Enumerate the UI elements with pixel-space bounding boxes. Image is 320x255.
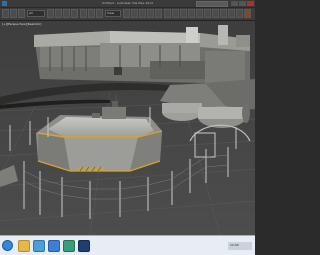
select-by-name-button[interactable] [55, 9, 62, 18]
help-search-input[interactable] [196, 1, 228, 7]
material-editor-button[interactable] [212, 9, 219, 18]
select-object-button[interactable] [47, 9, 54, 18]
snap-toggle-button[interactable] [131, 9, 138, 18]
close-button[interactable] [247, 1, 254, 6]
named-selection-button[interactable] [164, 9, 171, 18]
minimize-button[interactable] [231, 1, 238, 6]
start-button-icon[interactable] [2, 240, 13, 251]
selection-filter-dropdown[interactable]: All [27, 10, 45, 17]
window-crossing-button[interactable] [71, 9, 78, 18]
scale-button[interactable] [96, 9, 103, 18]
layer-manager-button[interactable] [188, 9, 195, 18]
curve-editor-button[interactable] [196, 9, 203, 18]
mirror-button[interactable] [172, 9, 179, 18]
align-button[interactable] [180, 9, 187, 18]
photoshop-icon[interactable] [78, 240, 90, 252]
window-title: Untitled - Autodesk 3ds Max 2014 [102, 1, 153, 5]
render-setup-button[interactable] [220, 9, 227, 18]
pivot-button[interactable] [123, 9, 130, 18]
viewport-label[interactable]: [+][Perspective][Realistic] [2, 22, 41, 26]
windows-taskbar: 12:00 [0, 235, 255, 255]
browser-icon[interactable] [48, 240, 60, 252]
link-button[interactable] [18, 9, 25, 18]
viewport-scene [0, 21, 255, 235]
perspective-viewport[interactable]: [+][Perspective][Realistic] [0, 21, 255, 235]
file-explorer-icon[interactable] [18, 240, 30, 252]
move-button[interactable] [80, 9, 87, 18]
3dsmax-taskbar-icon[interactable] [63, 240, 75, 252]
reference-coord-dropdown[interactable]: View [105, 10, 121, 17]
render-button[interactable] [236, 9, 243, 18]
maximize-button[interactable] [239, 1, 246, 6]
render-teapot-icon[interactable] [244, 9, 251, 18]
main-toolbar: All View [0, 8, 255, 21]
rendered-frame-button[interactable] [228, 9, 235, 18]
app-window: Untitled - Autodesk 3ds Max 2014 All Vie… [0, 0, 255, 255]
app-logo-icon[interactable] [2, 1, 7, 6]
rotate-button[interactable] [88, 9, 95, 18]
redo-button[interactable] [10, 9, 17, 18]
percent-snap-button[interactable] [147, 9, 154, 18]
angle-snap-button[interactable] [139, 9, 146, 18]
media-player-icon[interactable] [33, 240, 45, 252]
spinner-snap-button[interactable] [155, 9, 162, 18]
undo-button[interactable] [2, 9, 9, 18]
select-region-button[interactable] [63, 9, 70, 18]
title-bar: Untitled - Autodesk 3ds Max 2014 [0, 0, 255, 8]
schematic-view-button[interactable] [204, 9, 211, 18]
clock[interactable]: 12:00 [230, 243, 239, 247]
